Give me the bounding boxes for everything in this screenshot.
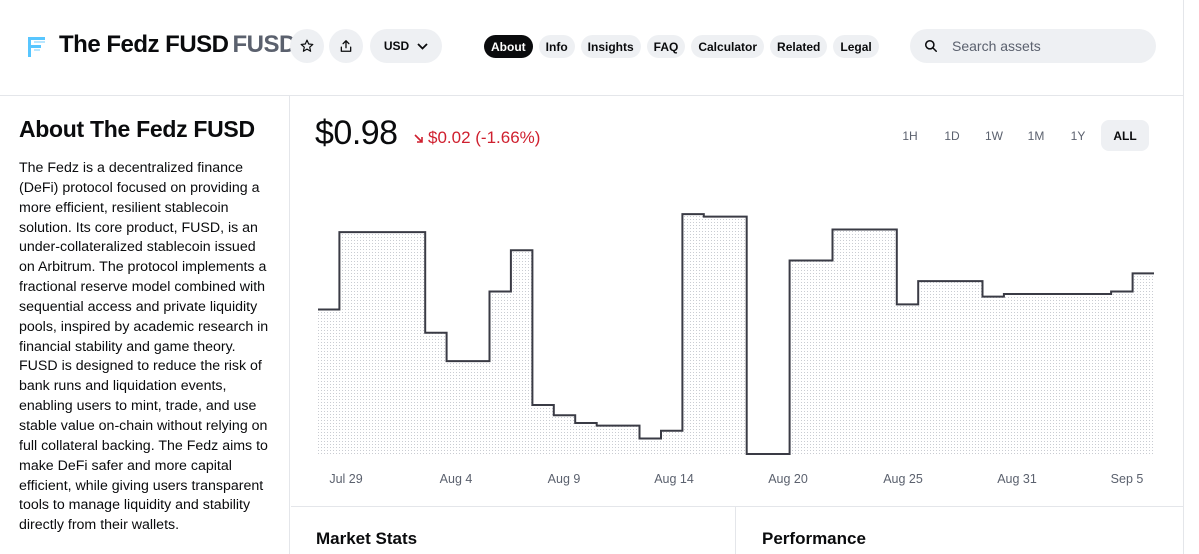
about-section: About The Fedz FUSD The Fedz is a decent…	[0, 96, 290, 554]
x-tick-label: Jul 29	[329, 472, 362, 486]
about-body: The Fedz is a decentralized finance (DeF…	[19, 160, 269, 534]
performance-title: Performance	[762, 529, 866, 548]
range-1h[interactable]: 1H	[891, 120, 929, 151]
tab-faq[interactable]: FAQ	[646, 35, 686, 58]
star-icon	[300, 39, 314, 52]
asset-name: The Fedz FUSD	[59, 31, 229, 58]
tab-info[interactable]: Info	[538, 35, 575, 58]
tab-legal[interactable]: Legal	[833, 35, 879, 58]
x-tick-label: Aug 20	[768, 472, 808, 486]
arrow-down-right-icon	[414, 133, 423, 143]
watchlist-star-button[interactable]	[290, 29, 324, 63]
range-all[interactable]: ALL	[1101, 120, 1149, 151]
currency-label: USD	[383, 39, 410, 53]
share-button[interactable]	[329, 29, 363, 63]
x-tick-label: Aug 14	[654, 472, 694, 486]
currency-selector[interactable]: USD	[370, 29, 442, 63]
range-1w[interactable]: 1W	[975, 120, 1013, 151]
tab-about[interactable]: About	[484, 35, 533, 58]
section-tabs: About Info Insights FAQ Calculator Related Leg…	[484, 35, 879, 58]
market-stats-title: Market Stats	[316, 529, 418, 548]
top-header: The Fedz FUSD FUSD USD About Info Insights F…	[0, 0, 1199, 96]
time-range-selector: 1H 1D 1W 1M 1Y ALL	[891, 120, 1149, 151]
asset-title: The Fedz FUSD FUSD	[59, 31, 296, 59]
search-box[interactable]	[910, 29, 1156, 63]
range-1d[interactable]: 1D	[933, 120, 971, 151]
x-tick-label: Aug 31	[997, 472, 1037, 486]
scrollbar-track[interactable]	[1183, 0, 1199, 554]
current-price: $0.98	[315, 114, 398, 152]
chevron-down-icon	[417, 42, 428, 50]
x-tick-label: Aug 25	[883, 472, 923, 486]
price-change: $0.02 (-1.66%)	[413, 128, 540, 148]
x-tick-label: Aug 9	[548, 472, 581, 486]
panel-divider	[735, 507, 736, 554]
about-heading: About The Fedz FUSD	[19, 116, 255, 142]
price-chart-section: Jul 29 Aug 4 Aug 9 Aug 14 Aug 20 Aug 25 Aug 31…	[291, 96, 1199, 506]
tab-calculator[interactable]: Calculator	[691, 35, 765, 58]
asset-symbol: FUSD	[232, 31, 297, 58]
range-1y[interactable]: 1Y	[1059, 120, 1097, 151]
chart-area-fill	[318, 214, 1154, 456]
x-tick-label: Sep 5	[1111, 472, 1144, 486]
price-chart[interactable]: Jul 29 Aug 4 Aug 9 Aug 14 Aug 20 Aug 25 Aug 31…	[291, 96, 1199, 506]
stats-panels: Market Stats Performance	[291, 506, 1199, 554]
x-tick-label: Aug 4	[440, 472, 473, 486]
search-icon	[924, 39, 938, 53]
tab-insights[interactable]: Insights	[580, 35, 641, 58]
range-1m[interactable]: 1M	[1017, 120, 1055, 151]
tab-related[interactable]: Related	[770, 35, 828, 58]
share-icon	[340, 40, 352, 52]
search-input[interactable]	[952, 38, 1132, 54]
fedz-logo-icon[interactable]	[26, 35, 48, 59]
price-change-value: $0.02 (-1.66%)	[428, 128, 541, 147]
